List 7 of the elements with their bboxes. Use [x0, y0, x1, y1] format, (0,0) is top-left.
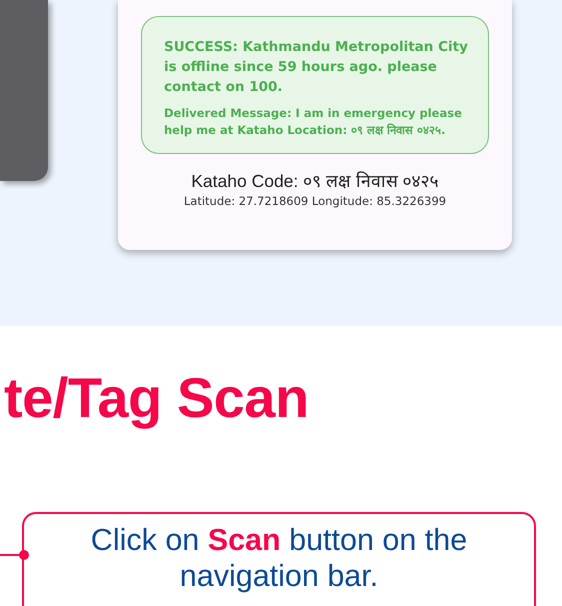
instruction-callout: Click on Scan button on the navigation bar. [22, 512, 536, 606]
delivered-message: Delivered Message: I am in emergency please help me at Kataho Location: ०९ लक्ष निवास ०४२५. [164, 105, 463, 139]
coordinates-text: Latitude: 27.7218609 Longitude: 85.3226399 [184, 194, 446, 208]
kataho-code: Kataho Code: ०९ लक्ष निवास ०४२५ [191, 170, 439, 192]
section-heading: te/Tag Scan [3, 365, 310, 430]
status-message: SUCCESS: Kathmandu Metropolitan City is offline since 59 hours ago. please contact on 100. [164, 38, 469, 97]
connector-line [0, 549, 30, 561]
